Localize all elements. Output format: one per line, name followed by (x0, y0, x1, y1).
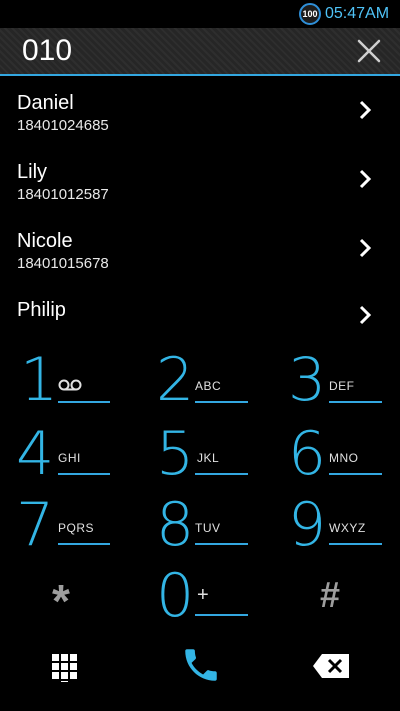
dialed-number-input[interactable]: 010 (22, 34, 72, 68)
key-letters: WXYZ (329, 521, 366, 535)
key-letters: ABC (195, 379, 222, 393)
clear-button[interactable] (354, 36, 384, 66)
chevron-right-icon (359, 100, 372, 120)
voicemail-icon (58, 379, 82, 391)
key-underline (195, 401, 248, 403)
key-digit: 9 (288, 490, 327, 560)
key-digit: 2 (156, 345, 195, 415)
key-underline (58, 473, 110, 475)
chevron-right-icon (359, 238, 372, 258)
contact-name: Daniel (17, 92, 74, 114)
key-star[interactable]: * (10, 566, 136, 634)
key-0[interactable]: 0 + (150, 566, 276, 634)
key-underline (195, 473, 248, 475)
key-digit: 5 (156, 419, 195, 489)
call-button[interactable] (180, 644, 222, 686)
contact-item[interactable]: Lily 18401012587 (0, 161, 400, 229)
contact-item[interactable]: Daniel 18401024685 (0, 92, 400, 160)
key-underline (329, 401, 382, 403)
key-digit: 7 (16, 490, 55, 560)
close-icon (357, 39, 381, 63)
key-digit: * (52, 575, 70, 627)
key-6[interactable]: 6 MNO (282, 424, 400, 492)
key-digit: 8 (156, 490, 195, 560)
key-digit: 1 (20, 345, 59, 415)
key-hash[interactable]: # (282, 566, 400, 634)
key-digit: 4 (16, 419, 55, 489)
key-letters: + (197, 584, 210, 606)
key-underline (329, 473, 382, 475)
key-1[interactable]: 1 (10, 350, 136, 418)
key-letters: TUV (195, 521, 221, 535)
key-letters: PQRS (58, 521, 95, 535)
key-underline (58, 401, 110, 403)
phone-icon (185, 649, 217, 681)
key-8[interactable]: 8 TUV (150, 495, 276, 563)
contact-number: 18401024685 (17, 117, 109, 134)
key-digit: 6 (288, 419, 327, 489)
contact-item[interactable]: Nicole 18401015678 (0, 230, 400, 298)
key-2[interactable]: 2 ABC (150, 350, 276, 418)
contact-number: 18401015678 (17, 255, 109, 272)
dialpad-grid-icon (52, 654, 77, 682)
key-letters: DEF (329, 379, 355, 393)
key-digit: # (320, 574, 341, 615)
key-digit: 3 (288, 345, 327, 415)
key-7[interactable]: 7 PQRS (10, 495, 136, 563)
dialed-number-bar: 010 (0, 28, 400, 76)
dialpad-toggle-button[interactable] (50, 652, 80, 682)
key-letters: JKL (197, 451, 220, 465)
contact-number: 18401012587 (17, 186, 109, 203)
backspace-icon (313, 654, 349, 678)
key-letters: GHI (58, 451, 81, 465)
backspace-button[interactable] (312, 652, 352, 680)
status-bar: 100 05:47AM (0, 0, 400, 28)
contact-item[interactable]: Philip (0, 299, 400, 347)
key-3[interactable]: 3 DEF (282, 350, 400, 418)
key-9[interactable]: 9 WXYZ (282, 495, 400, 563)
contact-name: Lily (17, 161, 48, 183)
battery-icon: 100 (299, 3, 321, 25)
key-underline (329, 543, 382, 545)
key-underline (195, 543, 248, 545)
status-clock: 05:47AM (325, 5, 390, 22)
chevron-right-icon (359, 305, 372, 325)
contact-name: Philip (17, 299, 66, 321)
key-underline (58, 543, 110, 545)
key-letters: MNO (329, 451, 359, 465)
key-4[interactable]: 4 GHI (10, 424, 136, 492)
key-digit: 0 (156, 561, 195, 631)
key-underline (195, 614, 248, 616)
key-5[interactable]: 5 JKL (150, 424, 276, 492)
chevron-right-icon (359, 169, 372, 189)
contact-name: Nicole (17, 230, 73, 252)
